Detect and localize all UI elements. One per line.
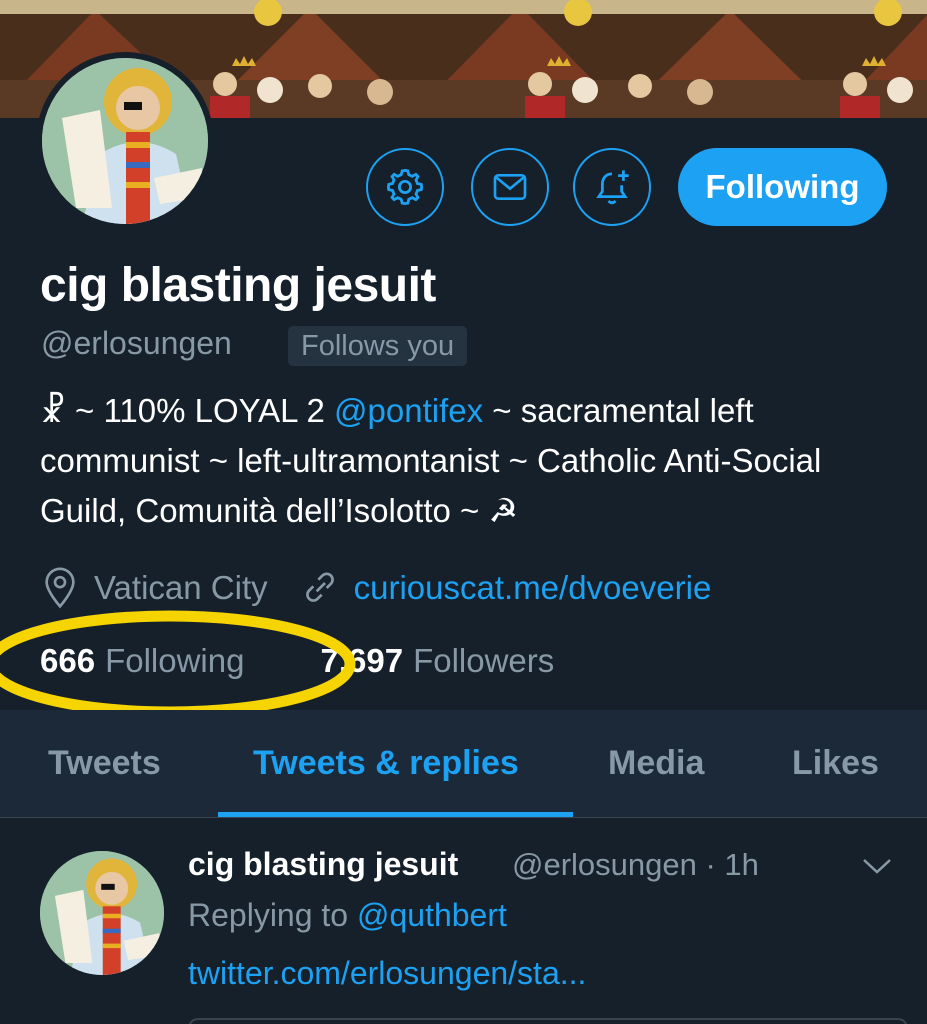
following-count: 666 [40, 642, 96, 679]
location-pin-icon [45, 567, 75, 609]
tweet-card-preview[interactable] [188, 1018, 908, 1024]
notifications-button[interactable] [573, 148, 651, 226]
settings-button[interactable] [366, 148, 444, 226]
message-button[interactable] [471, 148, 549, 226]
following-button[interactable]: Following [678, 148, 887, 226]
profile-tabs: Tweets Tweets & replies Media Likes [0, 710, 927, 818]
link-icon [305, 572, 334, 602]
bell-plus-icon [596, 170, 629, 205]
followers-count: 7,697 [320, 642, 404, 679]
tweet-author-name[interactable]: cig blasting jesuit [188, 846, 458, 883]
profile-bio: ☧ ~ 110% LOYAL 2 @pontifex ~ sacramental… [40, 386, 900, 536]
following-stat[interactable]: 666 Following [40, 642, 244, 680]
bio-text: ☧ ~ 110% LOYAL 2 [40, 392, 335, 429]
avatar-image [42, 58, 208, 224]
replying-to: Replying to @quthbert [188, 897, 507, 934]
followers-label: Followers [413, 642, 555, 679]
tab-likes[interactable]: Likes [792, 744, 879, 783]
website-link[interactable]: curiouscat.me/dvoeverie [354, 569, 712, 607]
username-handle: @erlosungen [41, 325, 232, 361]
follow-stats: 666 Following 7,697 Followers [40, 642, 554, 680]
tweet-avatar[interactable] [40, 851, 164, 975]
followers-stat[interactable]: 7,697 Followers [320, 642, 554, 680]
replying-mention-link[interactable]: @quthbert [357, 897, 507, 933]
following-label: Following [105, 642, 245, 679]
display-name: cig blasting jesuit [40, 259, 436, 312]
location-text: Vatican City [94, 569, 268, 606]
profile-meta: Vatican City curiouscat.me/dvoeverie [40, 566, 711, 610]
avatar[interactable] [42, 58, 208, 224]
tab-media[interactable]: Media [608, 744, 704, 783]
tab-tweets-replies[interactable]: Tweets & replies [253, 744, 519, 783]
envelope-icon [493, 174, 527, 200]
replying-prefix: Replying to [188, 897, 357, 933]
tweet-handle-time: @erlosungen · 1h [512, 847, 759, 882]
gear-icon [386, 168, 424, 206]
chevron-down-icon[interactable] [860, 854, 894, 878]
follows-you-badge: Follows you [288, 326, 468, 366]
bio-mention-link[interactable]: @pontifex [334, 392, 483, 429]
tab-tweets[interactable]: Tweets [48, 744, 161, 783]
tweet-avatar-image [40, 851, 164, 975]
active-tab-indicator [218, 812, 573, 817]
tweet-link[interactable]: twitter.com/erlosungen/sta... [188, 955, 586, 992]
